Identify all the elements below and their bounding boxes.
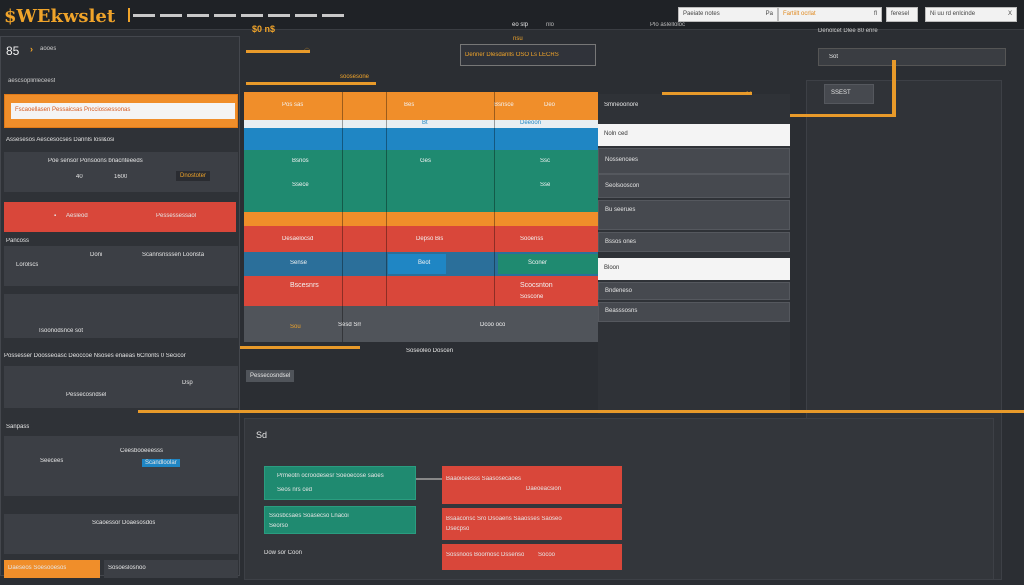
row5-panel: Pessecosndsel Dsp (4, 366, 238, 408)
close-icon[interactable]: X (1008, 11, 1012, 17)
menu-item[interactable] (160, 14, 182, 17)
card[interactable]: Ssosbcsaes Soasecso Lnacoi Seorso (264, 506, 416, 534)
bottom-section-label: Sd (256, 430, 268, 440)
legend-text: Assesesos Aescesocses Dannls losl&osi (6, 137, 115, 143)
list-item[interactable]: Bu seerues (598, 200, 790, 230)
red-panel[interactable]: ▪ Aesleod Pessessessaol (4, 202, 236, 232)
menu-item[interactable] (295, 14, 317, 17)
chip-button[interactable]: feresel (886, 7, 918, 22)
menu-item[interactable] (268, 14, 290, 17)
vertical-connector (892, 60, 896, 116)
section-label: aescsoplinleceest (8, 78, 56, 84)
horizontal-connector (790, 114, 896, 117)
app-logo[interactable]: $WEkwslet (4, 6, 115, 27)
banner-line: Possesser Doosseoasc Deoccoe Nsoses enae… (4, 353, 186, 359)
menu-strip[interactable] (128, 8, 366, 22)
divider-accent (240, 346, 360, 349)
row6-panel: Seecees Ceesbooeeesss Scandloolar (4, 436, 238, 496)
select-button[interactable]: SSEST (824, 84, 874, 104)
card[interactable]: Sossnoos Boornosc Dssenso Socoo (442, 544, 622, 570)
left-foot-panel: Sosoeslosnoo (104, 560, 238, 578)
grid-blue-row[interactable]: Sense Beot Sconer (244, 252, 598, 276)
account-field[interactable]: Ni uu rd enlcinde X (925, 7, 1017, 22)
row5-chip[interactable]: Pessecosndsel (246, 370, 295, 382)
list-item[interactable]: Beasssosns (598, 302, 790, 322)
big-sub: aooes (40, 46, 57, 52)
left-red-panel: Scaoessor Doaesosdos (4, 514, 238, 554)
chevron-right-icon: › (30, 44, 33, 54)
right-header-box[interactable]: Sot (818, 48, 1006, 66)
right-list-header: Smneoonore (604, 102, 639, 108)
grid-spacer (244, 120, 598, 128)
card-connector (416, 478, 442, 480)
timeline-divider (138, 410, 1024, 413)
menu-item[interactable] (214, 14, 236, 17)
card[interactable]: Bsaaconsc Sro Dsoaens Saaosses Saoseo Ds… (442, 508, 622, 540)
list-item[interactable]: Seolsooscon (598, 174, 790, 198)
menu-item[interactable] (322, 14, 344, 17)
stat-button[interactable]: Dnostoter (176, 171, 211, 181)
grid-header-tag: soosesone (340, 74, 370, 80)
grid-red-row[interactable]: Desaelocsd Depso Bis Sooenss (244, 226, 598, 252)
data-grid: Pos sas Bes Bsnsce Deo Bt Deeoon Bsnos G… (244, 92, 598, 342)
logo-mark-icon: $ (4, 6, 17, 27)
grid-red-row[interactable]: Bscesnrs Scocsnton Soscone (244, 276, 598, 306)
list-item[interactable]: Bndeneso (598, 282, 790, 300)
grid-teal-row[interactable]: Bsnos Ges Ssc (244, 150, 598, 174)
search-icon: Pa (765, 11, 773, 17)
header-accent (246, 50, 310, 53)
orange-panel[interactable]: Fscaoellasen Pessaicsas Pncciossessonas (4, 94, 238, 128)
page-title: $0 n$ (252, 24, 276, 34)
search-input[interactable]: Paeiate notes Pa (678, 7, 778, 22)
row6-label: Sanpass (6, 424, 30, 430)
grid-blue-row[interactable]: Bt Deeoon (244, 120, 598, 150)
orange-row[interactable]: Fscaoellasen Pessaicsas Pncciossessonas (11, 103, 235, 119)
chevron-down-icon: fl (874, 11, 877, 17)
list-item[interactable]: Bloon (598, 258, 790, 280)
row4-panel: Tsoonodsnce sot (4, 294, 238, 338)
menu-item[interactable] (187, 14, 209, 17)
grid-header-row: Pos sas Bes Bsnsce Deo (244, 92, 598, 120)
list-item[interactable]: Nossencees (598, 148, 790, 174)
card[interactable]: Baaoiceesss Saasosecaoes Daeoeacsion (442, 466, 622, 504)
small-label: Pancoss (6, 238, 30, 244)
left-orange-panel[interactable]: Daeseos Soesooesos (4, 560, 100, 578)
grid-orange-row[interactable] (244, 212, 598, 226)
big-label: 85 (6, 44, 20, 58)
right-header-label: Denolcet Dlee 80 enre (818, 28, 878, 34)
grid-teal-row[interactable] (244, 198, 598, 212)
connector-icon: ◌ (304, 45, 310, 56)
grid-accent-line (246, 82, 376, 85)
list-item[interactable]: Bssos ones (598, 232, 790, 252)
row3-panel: Lorolscs Doni Scannsnsssen Loonsta (4, 246, 238, 286)
stat-panel: Poe sensor Ponsoons bnacnteeeds 40 1600 … (4, 152, 238, 192)
mini-title: eo slp (512, 22, 529, 28)
bottom-sub: Dow sor Coon (264, 550, 303, 556)
banner-text: Denner Dlesdanlls OSO Ls LECRS (465, 52, 559, 58)
right-list-panel: Smneoonore Noln ced Nossencees Seolsoosc… (598, 94, 790, 414)
card[interactable]: Prmeotn ocroodesesr Soeoecose saoes Seos… (264, 466, 416, 500)
grid-teal-row[interactable]: Ssece Sse (244, 174, 598, 198)
list-item[interactable]: Noln ced (598, 124, 790, 146)
menu-item[interactable] (133, 14, 155, 17)
square-icon: ▪ (54, 213, 57, 219)
right-accent-line (662, 92, 752, 95)
divider-label: Soseoleo Doscen (406, 348, 454, 354)
banner-box: nsu Denner Dlesdanlls OSO Ls LECRS (460, 36, 596, 66)
menu-item[interactable] (241, 14, 263, 17)
link-icon: ↔ (744, 86, 754, 97)
subtitle-nums: nlo (546, 22, 555, 28)
grid-gray-row[interactable]: Sou Sesd Srr Dcoo oco (244, 306, 598, 342)
filter-input[interactable]: Fartiilt ocrlat fl (778, 7, 882, 22)
subtitle-right: Plo aslelloloc (650, 22, 686, 28)
